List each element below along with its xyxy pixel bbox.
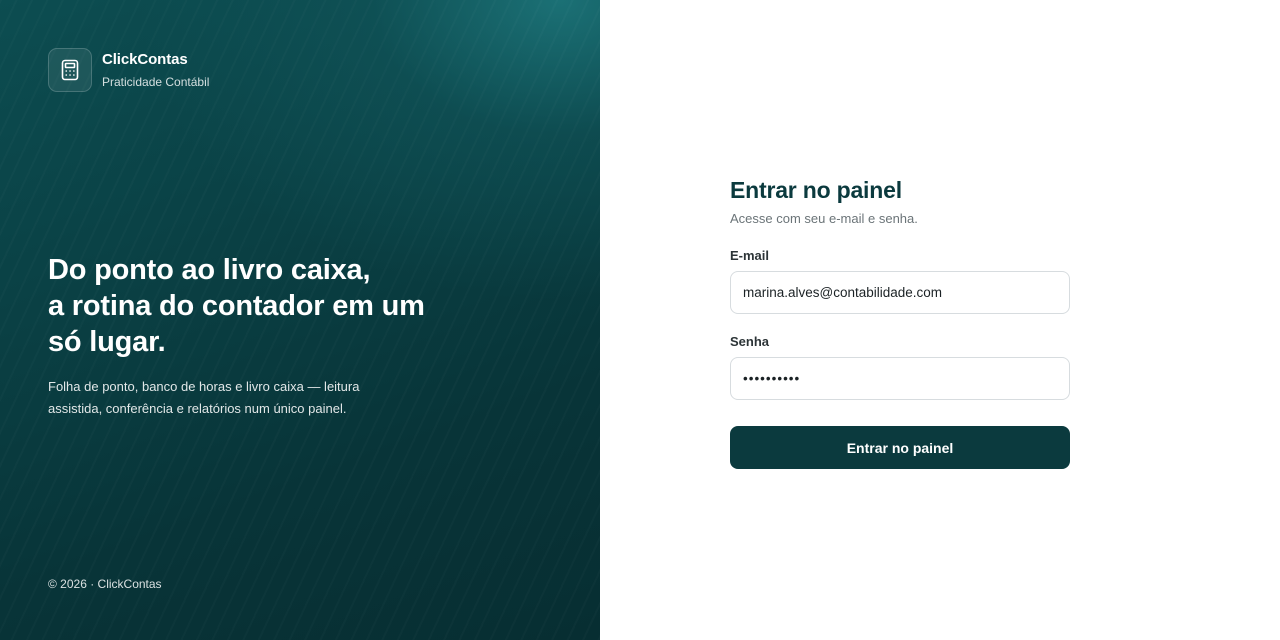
brand: ClickContas Praticidade Contábil <box>48 48 209 92</box>
brand-panel: ClickContas Praticidade Contábil Do pont… <box>0 0 600 640</box>
login-panel: Entrar no painel Acesse com seu e-mail e… <box>600 0 1280 640</box>
brand-tagline: Praticidade Contábil <box>102 75 210 89</box>
login-title: Entrar no painel <box>730 177 902 203</box>
brand-name: ClickContas <box>102 51 188 68</box>
hero-title: Do ponto ao livro caixa, a rotina do con… <box>48 252 468 360</box>
email-field[interactable] <box>730 271 1070 314</box>
hero-title-line: Do ponto ao livro caixa, <box>48 254 371 286</box>
calculator-icon <box>48 48 92 92</box>
hero: Do ponto ao livro caixa, a rotina do con… <box>48 252 468 420</box>
login-form: Entrar no painel Acesse com seu e-mail e… <box>730 176 1070 469</box>
hero-title-line: só lugar. <box>48 326 166 358</box>
copyright: © 2026 · ClickContas <box>48 577 162 591</box>
password-field[interactable] <box>730 357 1070 400</box>
hero-description: Folha de ponto, banco de horas e livro c… <box>48 379 360 416</box>
login-subtitle: Acesse com seu e-mail e senha. <box>730 211 918 226</box>
login-button[interactable]: Entrar no painel <box>730 426 1070 469</box>
email-label: E-mail <box>730 248 770 263</box>
password-label: Senha <box>730 334 770 349</box>
hero-title-line: a rotina do contador em um <box>48 290 425 322</box>
